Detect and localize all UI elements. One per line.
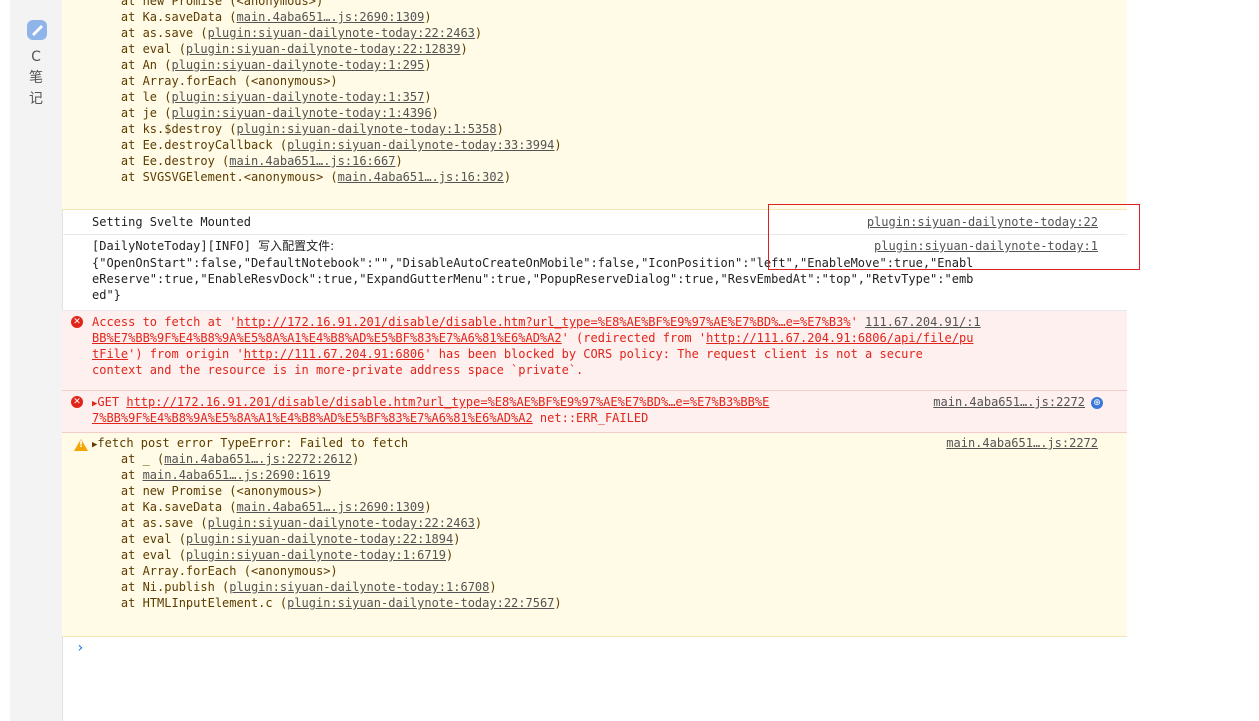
- error-url-link[interactable]: http://172.16.91.201/disable/disable.htm…: [126, 395, 769, 409]
- stack-link[interactable]: plugin:siyuan-dailynote-today:33:3994: [287, 138, 554, 152]
- stack-line: at Ni.publish (plugin:siyuan-dailynote-t…: [92, 580, 497, 594]
- config-json-line: eReserve":true,"EnableResvDock":true,"Ex…: [92, 272, 974, 286]
- stack-line: at Ka.saveData (main.4aba651….js:2690:13…: [92, 10, 432, 24]
- stack-line: at SVGSVGElement.<anonymous> (main.4aba6…: [92, 170, 512, 184]
- network-globe-icon[interactable]: ⊕: [1091, 396, 1103, 409]
- error-url-link[interactable]: BB%E7%BB%9F%E4%B8%9A%E5%8A%A1%E4%B8%AD%E…: [92, 331, 562, 345]
- stack-link[interactable]: plugin:siyuan-dailynote-today:22:7567: [287, 596, 554, 610]
- stack-link[interactable]: plugin:siyuan-dailynote-today:1:295: [171, 58, 424, 72]
- stack-link[interactable]: plugin:siyuan-dailynote-today:1:4396: [171, 106, 431, 120]
- stack-line: at je (plugin:siyuan-dailynote-today:1:4…: [92, 106, 439, 120]
- app-label-bi: 笔: [29, 70, 43, 86]
- stack-line: at eval (plugin:siyuan-dailynote-today:1…: [92, 548, 454, 562]
- stack-line: at An (plugin:siyuan-dailynote-today:1:2…: [92, 58, 432, 72]
- notebook-app-icon[interactable]: [26, 19, 48, 41]
- stack-line: at ks.$destroy (plugin:siyuan-dailynote-…: [92, 122, 504, 136]
- stack-line: at eval (plugin:siyuan-dailynote-today:2…: [92, 532, 461, 546]
- stack-line: at Array.forEach (<anonymous>): [92, 74, 338, 88]
- stack-line: at new Promise (<anonymous>): [92, 484, 324, 498]
- stack-line: at eval (plugin:siyuan-dailynote-today:2…: [92, 42, 468, 56]
- log-text: [DailyNoteToday][INFO] 写入配置文件:: [92, 239, 335, 253]
- stack-line: at HTMLInputElement.c (plugin:siyuan-dai…: [92, 596, 562, 610]
- stack-line: at new Promise (<anonymous>): [92, 0, 324, 8]
- stack-link[interactable]: plugin:siyuan-dailynote-today:22:2463: [208, 26, 475, 40]
- warning-title: ▶fetch post error TypeError: Failed to f…: [92, 436, 409, 450]
- error-url-link[interactable]: http://111.67.204.91:6806/api/file/pu: [706, 331, 973, 345]
- error-line: ▶GET http://172.16.91.201/disable/disabl…: [92, 395, 770, 409]
- stack-line: at _ (main.4aba651….js:2272:2612): [92, 452, 360, 466]
- error-url-link[interactable]: 7%BB%9F%E4%B8%9A%E5%8A%A1%E4%B8%AD%E5%BF…: [92, 411, 533, 425]
- error-url-link[interactable]: http://172.16.91.201/disable/disable.htm…: [237, 315, 851, 329]
- stack-link[interactable]: plugin:siyuan-dailynote-today:22:2463: [208, 516, 475, 530]
- error-line: tFile') from origin 'http://111.67.204.9…: [92, 347, 923, 361]
- stack-line: at Ka.saveData (main.4aba651….js:2690:13…: [92, 500, 432, 514]
- stack-line: at le (plugin:siyuan-dailynote-today:1:3…: [92, 90, 432, 104]
- error-icon: ✕: [71, 396, 83, 408]
- stack-line: at Ee.destroyCallback (plugin:siyuan-dai…: [92, 138, 562, 152]
- error-url-link[interactable]: http://111.67.204.91:6806: [244, 347, 425, 361]
- error-line: 7%BB%9F%E4%B8%9A%E5%8A%A1%E4%B8%AD%E5%BF…: [92, 411, 649, 425]
- console-prompt[interactable]: ›: [76, 640, 84, 656]
- stack-line: at Array.forEach (<anonymous>): [92, 564, 338, 578]
- stack-link[interactable]: main.4aba651….js:16:302: [338, 170, 504, 184]
- console-panel: at new Promise (<anonymous>) at Ka.saveD…: [62, 0, 1127, 637]
- stack-line: at as.save (plugin:siyuan-dailynote-toda…: [92, 516, 483, 530]
- log-source-link[interactable]: main.4aba651….js:2272: [946, 436, 1098, 450]
- stack-line: at Ee.destroy (main.4aba651….js:16:667): [92, 154, 403, 168]
- stack-link[interactable]: plugin:siyuan-dailynote-today:1:6719: [186, 548, 446, 562]
- app-sidebar: C 笔 记: [10, 0, 63, 721]
- stack-link[interactable]: main.4aba651….js:2272:2612: [164, 452, 352, 466]
- stack-link[interactable]: main.4aba651….js:16:667: [229, 154, 395, 168]
- app-label-ji: 记: [29, 91, 43, 107]
- stack-link[interactable]: plugin:siyuan-dailynote-today:1:5358: [237, 122, 497, 136]
- error-line: BB%E7%BB%9F%E4%B8%9A%E5%8A%A1%E4%B8%AD%E…: [92, 331, 974, 345]
- stack-link[interactable]: plugin:siyuan-dailynote-today:22:1894: [186, 532, 453, 546]
- stack-link[interactable]: main.4aba651….js:2690:1309: [237, 10, 425, 24]
- error-get-block: ✕ ▶GET http://172.16.91.201/disable/disa…: [62, 391, 1127, 433]
- stack-link[interactable]: plugin:siyuan-dailynote-today:1:6708: [229, 580, 489, 594]
- error-line: Access to fetch at 'http://172.16.91.201…: [92, 315, 981, 329]
- log-source-link[interactable]: main.4aba651….js:2272 ⊕: [933, 395, 1103, 409]
- config-json-line: ed"}: [92, 288, 121, 302]
- warning-stack-block: at new Promise (<anonymous>) at Ka.saveD…: [62, 0, 1127, 210]
- stack-link[interactable]: plugin:siyuan-dailynote-today:1:357: [171, 90, 424, 104]
- error-source-link[interactable]: 111.67.204.91/:1: [865, 315, 981, 329]
- log-text: Setting Svelte Mounted: [92, 215, 251, 229]
- stack-link[interactable]: main.4aba651….js:2690:1309: [237, 500, 425, 514]
- error-icon: ✕: [71, 316, 83, 328]
- app-label-c: C: [31, 49, 41, 65]
- stack-line: at main.4aba651….js:2690:1619: [92, 468, 331, 482]
- warning-icon: [74, 439, 88, 451]
- stack-link[interactable]: plugin:siyuan-dailynote-today:22:12839: [186, 42, 461, 56]
- stack-line: at as.save (plugin:siyuan-dailynote-toda…: [92, 26, 483, 40]
- annotation-highlight-box: [768, 204, 1140, 270]
- error-line: context and the resource is in more-priv…: [92, 363, 584, 377]
- stack-link[interactable]: main.4aba651….js:2690:1619: [143, 468, 331, 482]
- error-cors-block: ✕ Access to fetch at 'http://172.16.91.2…: [62, 311, 1127, 391]
- error-url-link[interactable]: tFile: [92, 347, 128, 361]
- warning-fetch-block: ▶fetch post error TypeError: Failed to f…: [62, 433, 1127, 637]
